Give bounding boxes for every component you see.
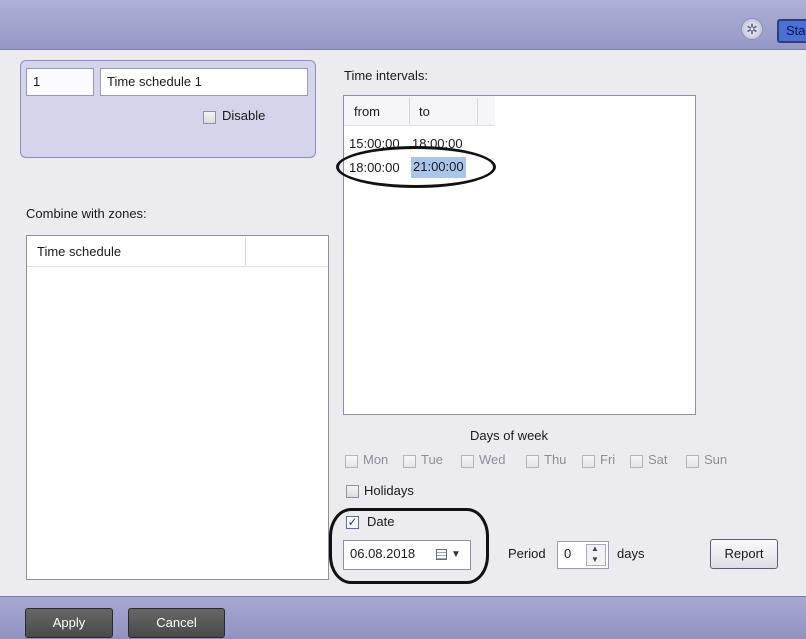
disable-label: Disable	[222, 108, 266, 123]
column-separator	[409, 98, 410, 124]
disable-checkbox[interactable]	[203, 111, 216, 124]
column-separator	[245, 238, 246, 265]
intervals-column-to[interactable]: to	[419, 104, 430, 119]
day-label-wed: Wed	[479, 452, 506, 467]
column-separator	[477, 98, 478, 124]
cancel-button[interactable]: Cancel	[128, 608, 225, 638]
start-button[interactable]: Sta	[777, 19, 806, 43]
day-checkbox-wed[interactable]	[461, 455, 474, 468]
day-label-sat: Sat	[648, 452, 668, 467]
day-checkbox-sun[interactable]	[686, 455, 699, 468]
schedule-name-field[interactable]: Time schedule 1	[100, 68, 308, 96]
spin-down-icon[interactable]: ▼	[591, 555, 599, 564]
days-of-week-label: Days of week	[470, 428, 549, 443]
day-checkbox-tue[interactable]	[403, 455, 416, 468]
day-label-fri: Fri	[600, 452, 616, 467]
day-label-thu: Thu	[544, 452, 567, 467]
schedule-id-field[interactable]: 1	[26, 68, 94, 96]
combine-zones-label: Combine with zones:	[26, 206, 147, 221]
day-label-mon: Mon	[363, 452, 389, 467]
highlight-oval-date	[329, 508, 489, 584]
zones-table[interactable]	[26, 235, 329, 580]
day-label-tue: Tue	[421, 452, 443, 467]
holidays-checkbox[interactable]	[346, 485, 359, 498]
bottom-toolbar	[0, 596, 806, 639]
intervals-column-from[interactable]: from	[354, 104, 380, 119]
report-button[interactable]: Report	[710, 539, 778, 569]
spin-up-icon[interactable]: ▲	[591, 544, 599, 553]
period-label: Period	[508, 546, 546, 561]
top-toolbar	[0, 0, 806, 50]
day-checkbox-sat[interactable]	[630, 455, 643, 468]
holidays-label: Holidays	[364, 483, 414, 498]
day-label-sun: Sun	[704, 452, 728, 467]
zones-column-time-schedule[interactable]: Time schedule	[37, 244, 121, 259]
day-checkbox-fri[interactable]	[582, 455, 595, 468]
apply-button[interactable]: Apply	[25, 608, 113, 638]
day-checkbox-thu[interactable]	[526, 455, 539, 468]
day-checkbox-mon[interactable]	[345, 455, 358, 468]
period-unit-label: days	[617, 546, 645, 561]
highlight-oval-interval	[336, 146, 496, 188]
period-value[interactable]: 0	[564, 546, 571, 561]
time-intervals-label: Time intervals:	[344, 68, 429, 83]
gear-icon[interactable]: ✲	[741, 18, 763, 40]
